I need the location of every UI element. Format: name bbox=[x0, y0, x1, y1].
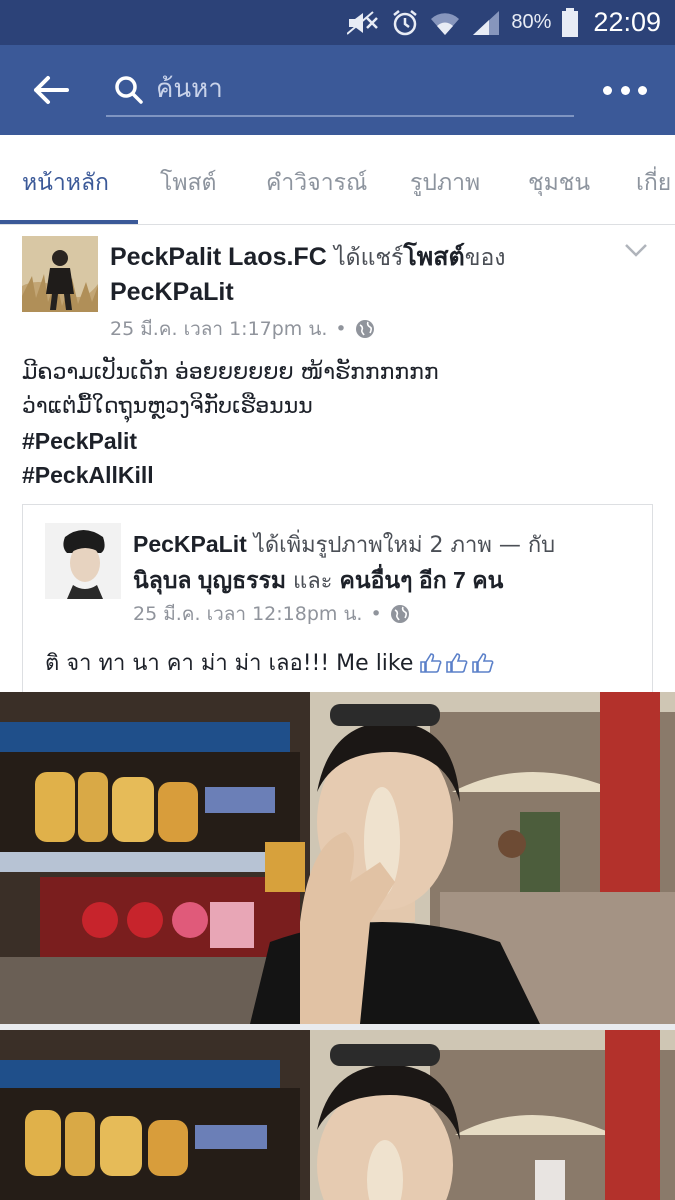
shared-post-text: ติ จา ทา นา คา ม่า ม่า เลอ!!! Me like bbox=[45, 645, 495, 680]
wifi-icon bbox=[429, 9, 461, 37]
tab-about[interactable]: เกี่ย bbox=[636, 165, 671, 201]
of-label: ของ bbox=[464, 245, 506, 271]
clock-time: 22:09 bbox=[593, 7, 661, 37]
post-card: PeckPalit Laos.FC ได้แชร์โพสต์ของ PecKPa… bbox=[0, 226, 675, 1200]
post-link[interactable]: โพสต์ bbox=[403, 243, 464, 271]
status-bar: 80% 22:09 bbox=[0, 0, 675, 45]
battery-percent: 80% bbox=[511, 11, 552, 33]
tab-community[interactable]: ชุมชน bbox=[528, 165, 590, 201]
tab-reviews[interactable]: คำวิจารณ์ bbox=[266, 165, 367, 201]
mute-icon bbox=[347, 10, 381, 36]
shared-post-meta: 25 มี.ค. เวลา 12:18pm น. • bbox=[133, 599, 410, 629]
shared-post-header: PecKPaLit ได้เพิ่มรูปภาพใหม่ 2 ภาพ — กับ… bbox=[133, 527, 643, 599]
tab-posts[interactable]: โพสต์ bbox=[160, 165, 217, 201]
thumbs-up-icon bbox=[446, 652, 468, 673]
more-icon-dot bbox=[638, 85, 647, 95]
alarm-icon bbox=[391, 9, 419, 37]
author-avatar[interactable] bbox=[45, 523, 121, 599]
search-input[interactable] bbox=[156, 69, 566, 109]
more-icon-dot bbox=[620, 85, 630, 95]
tab-photos[interactable]: รูปภาพ bbox=[410, 165, 480, 201]
more-button[interactable] bbox=[603, 75, 647, 105]
post-body-line-2: ວ່າແຕ່ມື້ໃດຖຸນຫຼວງຈິກັບເຮືອນນນ bbox=[22, 394, 313, 419]
meta-separator: • bbox=[370, 603, 382, 625]
shared-post-caption: ติ จา ทา นา คา ม่า ม่า เลอ!!! Me like bbox=[45, 651, 414, 676]
meta-separator: • bbox=[335, 318, 347, 340]
shared-post-timestamp[interactable]: 25 มี.ค. เวลา 12:18pm น. bbox=[133, 599, 362, 629]
top-bar bbox=[0, 45, 675, 135]
active-tab-indicator bbox=[0, 220, 138, 224]
more-icon bbox=[603, 85, 612, 95]
back-button[interactable] bbox=[28, 67, 74, 113]
globe-icon bbox=[390, 605, 409, 623]
tab-home[interactable]: หน้าหลัก bbox=[22, 165, 109, 201]
others-link[interactable]: คนอื่นๆ อีก 7 คน bbox=[340, 567, 504, 593]
post-photo-2[interactable] bbox=[0, 1030, 675, 1200]
post-timestamp[interactable]: 25 มี.ค. เวลา 1:17pm น. bbox=[110, 314, 327, 344]
hashtag-link[interactable]: #PeckPalit bbox=[22, 424, 662, 458]
post-header: PeckPalit Laos.FC ได้แชร์โพสต์ของ PecKPa… bbox=[110, 240, 610, 310]
original-author-link[interactable]: PecKPaLit bbox=[110, 278, 234, 306]
shared-author-link[interactable]: PecKPaLit bbox=[133, 531, 247, 557]
shared-label: ได้แชร์ bbox=[334, 245, 404, 271]
post-body: ມີຄວາມເປັນເດັກ ອ່ອຍຍຍຍຍຍ ໜ້າຮັກກກກກກ ວ່າ… bbox=[22, 356, 662, 492]
back-arrow-icon bbox=[34, 76, 69, 104]
page-tabs: หน้าหลัก โพสต์ คำวิจารณ์ รูปภาพ ชุมชน เก… bbox=[0, 135, 675, 225]
search-icon bbox=[115, 76, 143, 104]
chevron-down-icon[interactable] bbox=[623, 240, 649, 260]
added-photos-label: ได้เพิ่มรูปภาพใหม่ 2 ภาพ — กับ bbox=[253, 533, 556, 558]
globe-icon bbox=[355, 320, 374, 338]
thumbs-up-icon bbox=[420, 652, 442, 673]
battery-icon bbox=[561, 7, 579, 38]
signal-icon bbox=[471, 9, 501, 37]
thumbs-up-emoji-group bbox=[419, 652, 495, 674]
post-meta: 25 มี.ค. เวลา 1:17pm น. • bbox=[110, 314, 375, 344]
tagged-person-link[interactable]: นิลุบล บุญธรรม bbox=[133, 567, 286, 593]
page-avatar[interactable] bbox=[22, 236, 98, 312]
post-body-line-1: ມີຄວາມເປັນເດັກ ອ່ອຍຍຍຍຍຍ ໜ້າຮັກກກກກກ bbox=[22, 360, 439, 385]
search-bar[interactable] bbox=[106, 63, 574, 117]
and-label: และ bbox=[293, 569, 333, 594]
post-photo-1[interactable] bbox=[0, 692, 675, 1024]
shared-post-card[interactable]: PecKPaLit ได้เพิ่มรูปภาพใหม่ 2 ภาพ — กับ… bbox=[22, 504, 653, 694]
hashtag-link[interactable]: #PeckAllKill bbox=[22, 458, 662, 492]
thumbs-up-icon bbox=[472, 652, 494, 673]
page-name-link[interactable]: PeckPalit Laos.FC bbox=[110, 243, 327, 271]
